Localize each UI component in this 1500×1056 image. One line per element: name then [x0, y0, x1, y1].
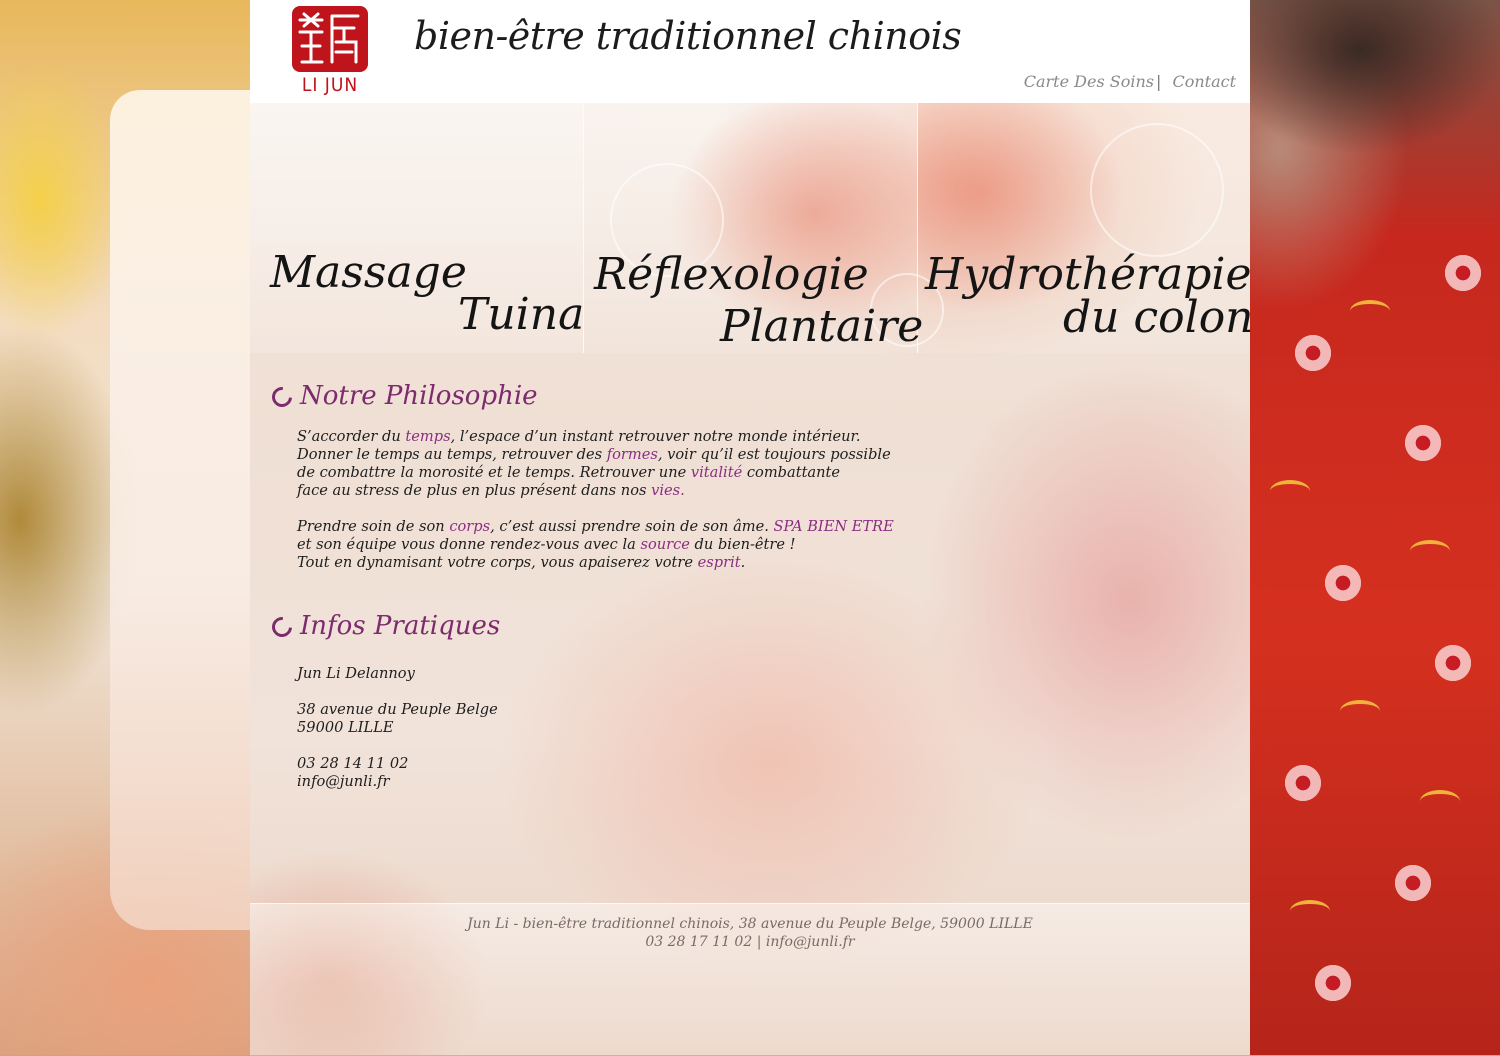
highlight-link[interactable]: SPA BIEN ETRE — [774, 518, 894, 535]
contact-city: 59000 LILLE — [297, 719, 394, 736]
flower-pattern — [1440, 250, 1486, 296]
text-segment: face au stress de plus en plus présent d… — [297, 482, 652, 499]
nav-separator: | — [1155, 72, 1162, 91]
flower-pattern — [1400, 420, 1446, 466]
background-photo-right — [1250, 0, 1500, 1055]
flower-pattern — [1320, 560, 1366, 606]
footer-address: Jun Li - bien-être traditionnel chinois,… — [467, 916, 1033, 932]
tile-title-reflexologie[interactable]: Réflexologie — [594, 253, 869, 297]
text-segment: , voir qu’il est toujours possible — [657, 446, 891, 463]
nav-link-contact[interactable]: Contact — [1172, 72, 1236, 91]
decorative-circle — [1090, 123, 1224, 257]
text-segment: Donner le temps au temps, retrouver des — [297, 446, 607, 463]
contact-phone: 03 28 14 11 02 — [297, 755, 409, 772]
tile-title-massage[interactable]: Massage — [270, 251, 467, 295]
swirl-pattern — [1290, 900, 1330, 922]
text-segment: Prendre soin de son — [297, 518, 450, 535]
text-segment: S’accorder du — [297, 428, 406, 445]
background-photo-left — [0, 0, 250, 1055]
logo-text: LI JUN — [301, 74, 359, 96]
flower-pattern — [1390, 860, 1436, 906]
swirl-pattern — [1270, 480, 1310, 502]
text-segment: combattante — [742, 464, 841, 481]
text-segment: et son équipe vous donne rendez-vous ave… — [297, 536, 641, 553]
infos-text: Jun Li Delannoy 38 avenue du Peuple Belg… — [297, 665, 498, 791]
highlight-link[interactable]: esprit — [698, 554, 741, 571]
swirl-bullet-icon — [267, 382, 297, 412]
page-content: LI JUN bien-être traditionnel chinois Ca… — [250, 0, 1254, 1056]
swirl-pattern — [1420, 790, 1460, 812]
top-navigation: Carte Des Soins | Contact — [1024, 72, 1236, 91]
highlight-link[interactable]: formes — [607, 446, 658, 463]
flower-pattern — [1430, 640, 1476, 686]
philosophy-heading-text: Notre Philosophie — [300, 381, 538, 411]
services-banner: Massage Tuina Réflexologie Plantaire Hyd… — [250, 103, 1254, 353]
tile-title-plantaire[interactable]: Plantaire — [720, 305, 923, 349]
logo[interactable]: LI JUN — [291, 6, 369, 96]
page-title: bien-être traditionnel chinois — [414, 14, 962, 58]
tile-title-hydrotherapie[interactable]: Hydrothérapie — [925, 253, 1252, 297]
swirl-pattern — [1340, 700, 1380, 722]
philosophy-heading: Notre Philosophie — [267, 381, 538, 412]
background-figure — [110, 90, 250, 930]
logo-seal-icon — [292, 6, 368, 72]
text-segment: Tout en dynamisant votre corps, vous apa… — [297, 554, 698, 571]
swirl-bullet-icon — [267, 612, 297, 642]
contact-name: Jun Li Delannoy — [297, 665, 415, 682]
flower-pattern — [1280, 760, 1326, 806]
highlight-link[interactable]: vitalité — [691, 464, 742, 481]
highlight-link[interactable]: temps — [405, 428, 450, 445]
highlight-link[interactable]: source — [640, 536, 689, 553]
swirl-pattern — [1410, 540, 1450, 562]
infos-heading: Infos Pratiques — [267, 611, 501, 642]
swirl-pattern — [1350, 300, 1390, 322]
text-segment: de combattre la morosité et le temps. Re… — [297, 464, 691, 481]
text-segment: , l’espace d’un instant retrouver notre … — [450, 428, 861, 445]
text-segment: . — [740, 554, 746, 571]
infos-heading-text: Infos Pratiques — [300, 611, 501, 641]
header: LI JUN bien-être traditionnel chinois Ca… — [250, 0, 1250, 103]
nav-link-carte-des-soins[interactable]: Carte Des Soins — [1024, 72, 1154, 91]
footer-contact: 03 28 17 11 02 | info@junli.fr — [645, 934, 855, 950]
highlight-link[interactable]: corps — [449, 518, 490, 535]
footer: Jun Li - bien-être traditionnel chinois,… — [250, 903, 1250, 1056]
highlight-link[interactable]: vies. — [651, 482, 685, 499]
contact-email[interactable]: info@junli.fr — [297, 773, 498, 791]
philosophy-text: S’accorder du temps, l’espace d’un insta… — [297, 428, 894, 572]
flower-pattern — [1310, 960, 1356, 1006]
text-segment: du bien-être ! — [689, 536, 796, 553]
contact-street: 38 avenue du Peuple Belge — [297, 701, 498, 718]
tile-title-tuina[interactable]: Tuina — [458, 293, 584, 337]
text-segment: , c’est aussi prendre soin de son âme. — [490, 518, 774, 535]
tile-title-du-colon[interactable]: du colon — [1063, 296, 1254, 340]
flower-pattern — [1290, 330, 1336, 376]
